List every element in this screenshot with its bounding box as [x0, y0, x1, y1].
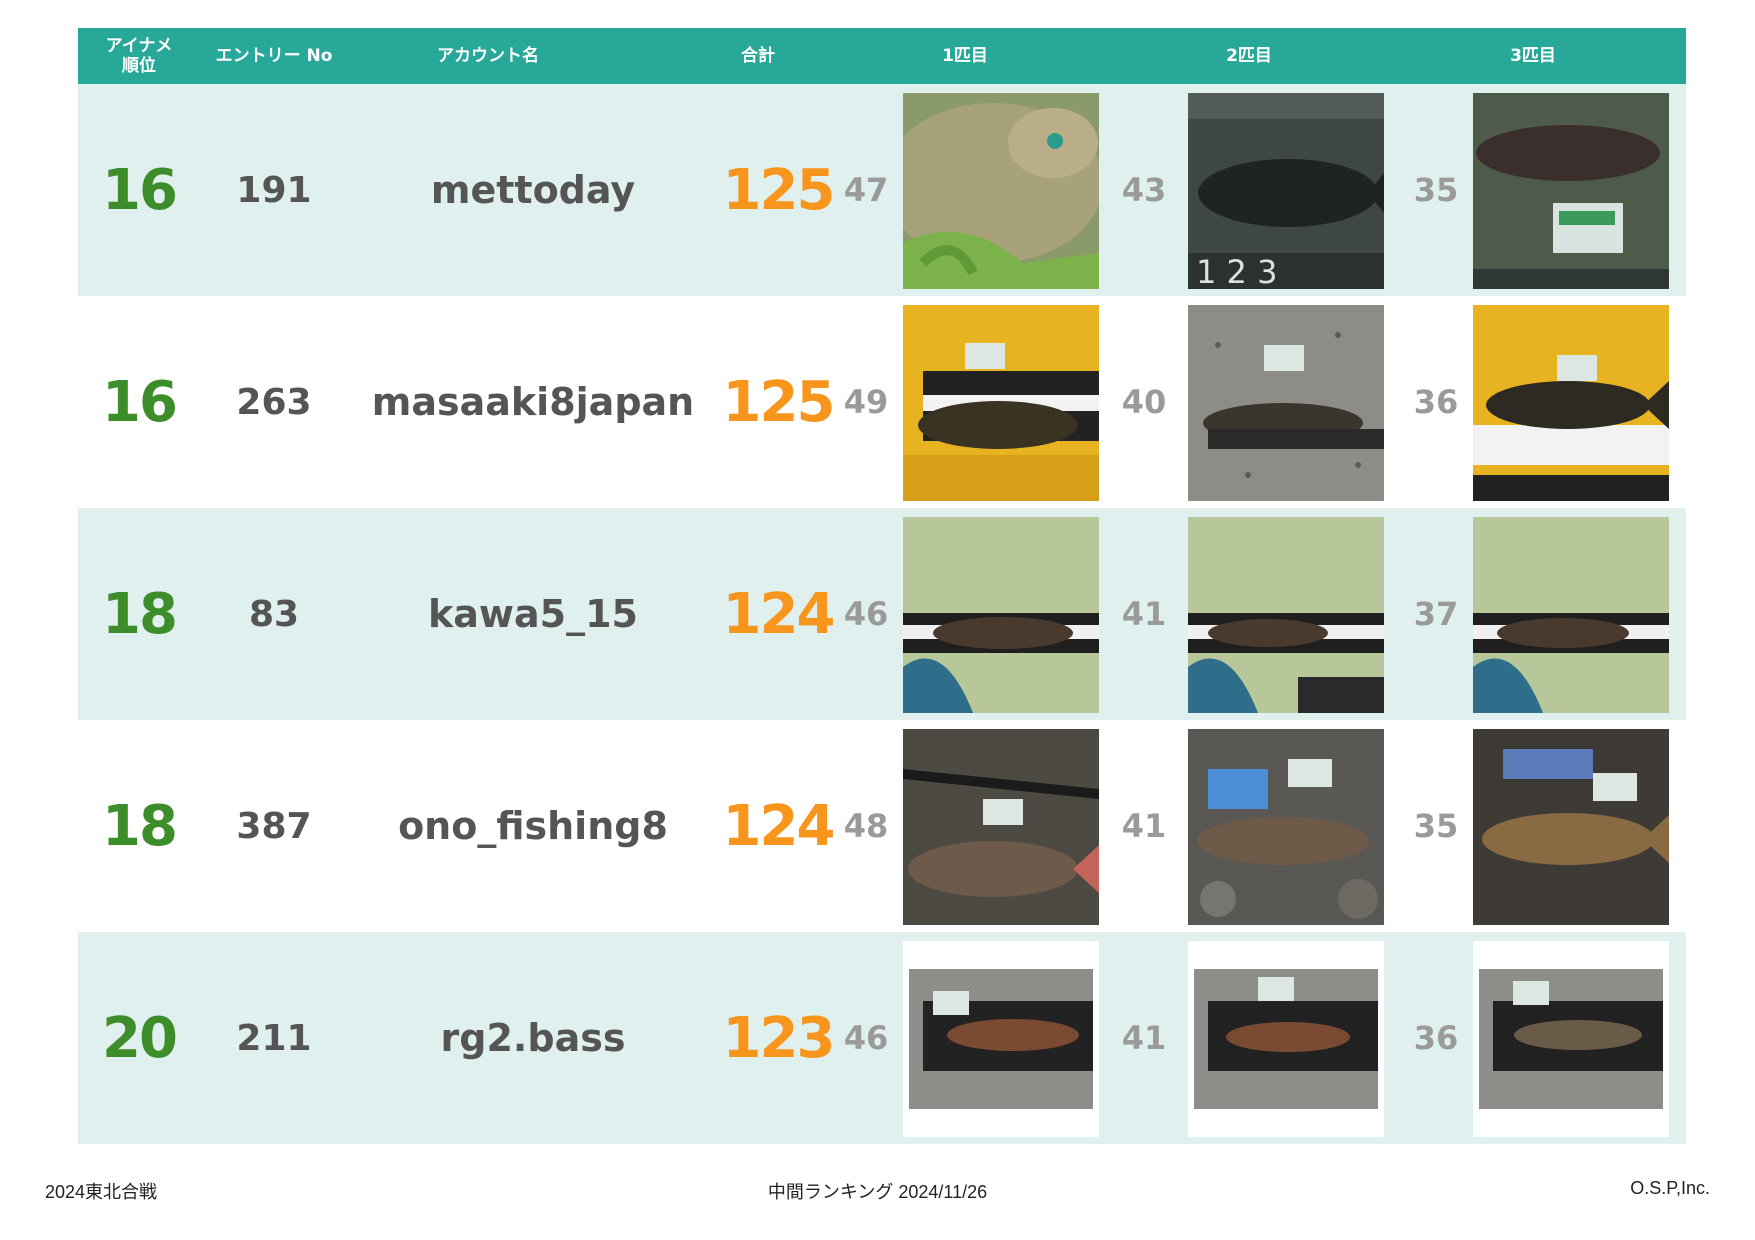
fish1-photo: [903, 93, 1099, 289]
fish1-size: 47: [843, 171, 889, 209]
account-name: ono_fishing8: [398, 804, 668, 848]
fish3-size: 37: [1413, 595, 1459, 633]
account-name: rg2.bass: [440, 1016, 626, 1060]
fish2-photo: [1188, 729, 1384, 925]
fish3-photo: [1473, 305, 1669, 501]
entry-number: 83: [248, 593, 300, 635]
rank-value: 18: [102, 793, 178, 859]
fish3-photo: [1473, 93, 1669, 289]
fish1-size: 49: [843, 383, 889, 421]
fish3-photo: [1473, 729, 1669, 925]
fish2-size: 41: [1121, 595, 1167, 633]
header-rank-line2: 順位: [122, 56, 156, 76]
table-header: アイナメ 順位 エントリー No アカウント名 合計 1匹目 2匹目 3匹目: [78, 28, 1686, 84]
header-fish3: 3匹目: [1510, 46, 1556, 66]
table-row: 18 83 kawa5_15 124 46 41 37: [78, 508, 1686, 720]
table-row: 16 263 masaaki8japan 125 49 40 36: [78, 296, 1686, 508]
fish2-photo: [1188, 941, 1384, 1137]
ranking-table: アイナメ 順位 エントリー No アカウント名 合計 1匹目 2匹目 3匹目 1…: [78, 28, 1686, 1144]
rank-value: 20: [102, 1005, 178, 1071]
header-rank-line1: アイナメ: [105, 36, 173, 56]
account-name: kawa5_15: [428, 592, 638, 636]
svg-text:1 2 3: 1 2 3: [1196, 253, 1277, 289]
fish1-photo: [903, 305, 1099, 501]
header-entry-no: エントリー No: [215, 46, 333, 66]
header-total: 合計: [741, 46, 775, 66]
rank-value: 16: [102, 157, 178, 223]
entry-number: 387: [236, 805, 312, 847]
header-account: アカウント名: [437, 46, 539, 66]
fish2-photo: [1188, 305, 1384, 501]
header-fish1: 1匹目: [942, 46, 988, 66]
table-row: 16 191 mettoday 125 47 43 1 2 3 35: [78, 84, 1686, 296]
fish2-size: 40: [1121, 383, 1167, 421]
account-name: masaaki8japan: [371, 380, 695, 424]
fish2-photo: 1 2 3: [1188, 93, 1384, 289]
fish1-photo: [903, 517, 1099, 713]
header-rank: アイナメ 順位: [78, 28, 200, 84]
fish2-photo: [1188, 517, 1384, 713]
fish2-size: 43: [1121, 171, 1167, 209]
entry-number: 191: [236, 169, 312, 211]
fish3-size: 36: [1413, 383, 1459, 421]
rank-value: 18: [102, 581, 178, 647]
footer-report-date: 中間ランキング 2024/11/26: [767, 1182, 988, 1202]
table-row: 18 387 ono_fishing8 124 48 41 35: [78, 720, 1686, 932]
fish3-size: 35: [1413, 807, 1459, 845]
header-fish2: 2匹目: [1226, 46, 1272, 66]
fish3-size: 36: [1413, 1019, 1459, 1057]
fish1-photo: [903, 729, 1099, 925]
entry-number: 263: [236, 381, 312, 423]
fish3-photo: [1473, 517, 1669, 713]
fish2-size: 41: [1121, 1019, 1167, 1057]
footer-company: O.S.P,Inc.: [1630, 1178, 1710, 1198]
fish1-size: 48: [843, 807, 889, 845]
fish3-photo: [1473, 941, 1669, 1137]
rank-value: 16: [102, 369, 178, 435]
account-name: mettoday: [430, 168, 636, 212]
fish1-photo: [903, 941, 1099, 1137]
table-row: 20 211 rg2.bass 123 46 41 36: [78, 932, 1686, 1144]
entry-number: 211: [236, 1017, 312, 1059]
fish3-size: 35: [1413, 171, 1459, 209]
fish1-size: 46: [843, 595, 889, 633]
fish2-size: 41: [1121, 807, 1167, 845]
fish1-size: 46: [843, 1019, 889, 1057]
